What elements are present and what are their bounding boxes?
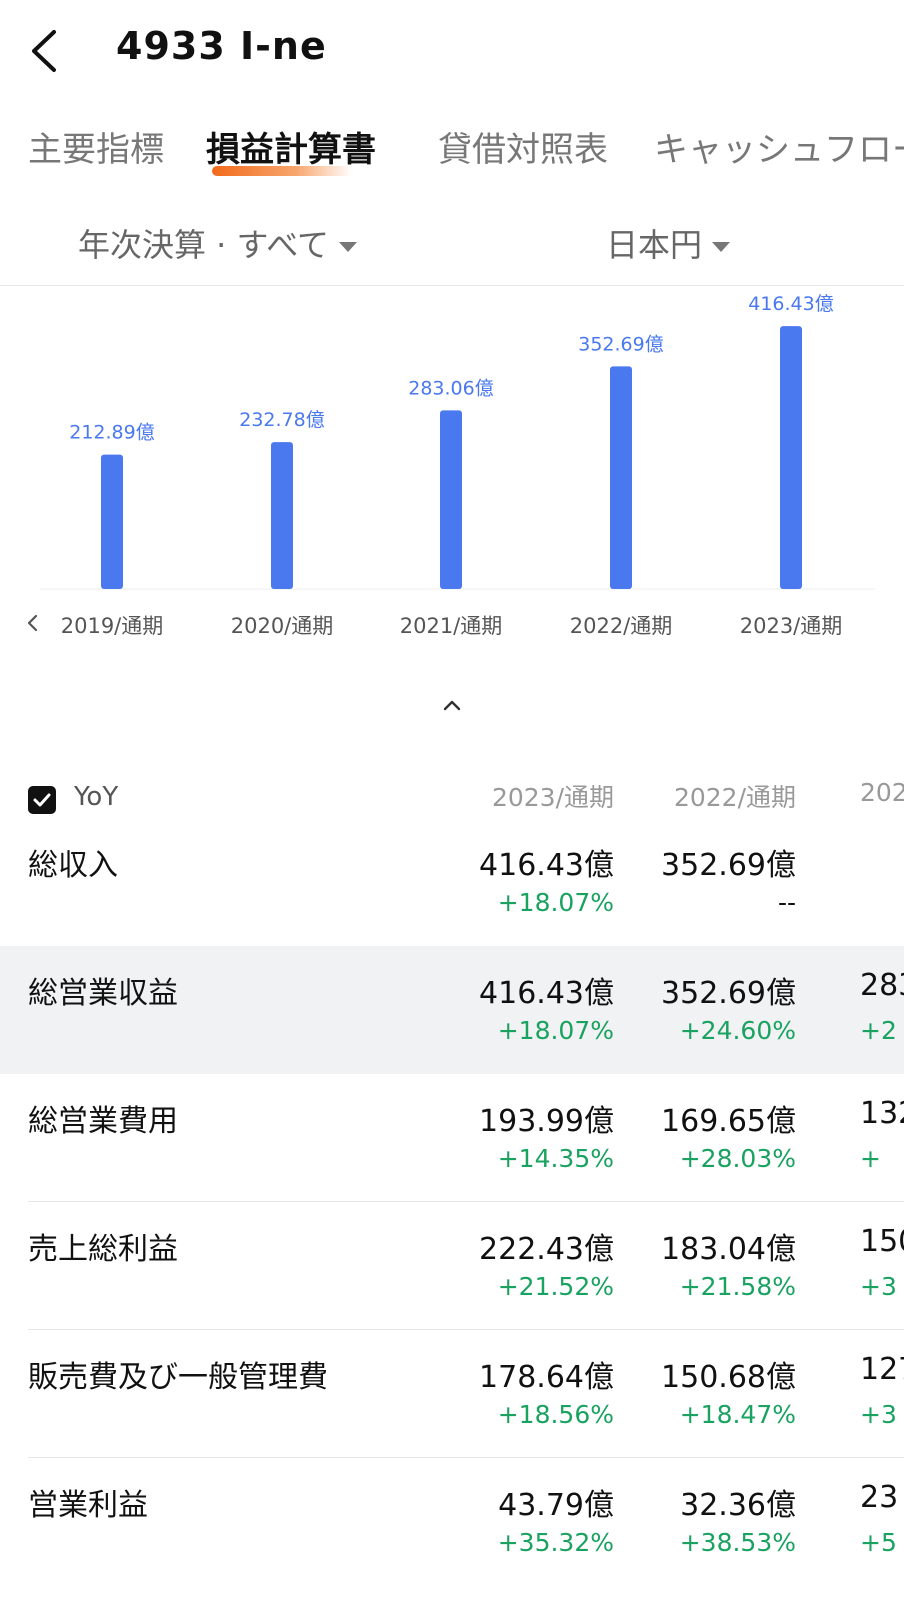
cell-yoy: -- [777,888,796,917]
bar[interactable] [610,366,632,589]
bar[interactable] [780,326,802,589]
cell-yoy: +21.52% [497,1272,614,1301]
row-label: 販売費及び一般管理費 [28,1360,328,1395]
cell-value: 352.69億 [661,848,796,883]
table-row[interactable]: 総営業収益 416.43億 +18.07% 352.69億 +24.60% 283 +2 [0,946,904,1074]
x-axis-tick-label: 2019/通期 [61,614,164,638]
period-dropdown-label: 年次決算 · すべて [78,226,329,264]
tab-balance-sheet[interactable]: 貸借対照表 [438,122,608,171]
revenue-bar-chart: 212.89億 2019/通期 232.78億 2020/通期 283.06億 2021/… [0,285,904,705]
cell-yoy: +18.56% [497,1400,614,1429]
active-tab-indicator [212,166,352,176]
cell-yoy: +18.07% [497,888,614,917]
chevron-left-icon[interactable] [26,28,66,74]
cell-value: 178.64億 [479,1360,614,1395]
x-axis-tick-label: 2022/通期 [570,614,673,638]
bar-data-label: 416.43億 [748,293,833,315]
bar-data-label: 212.89億 [69,422,154,444]
table-row[interactable]: 総収入 416.43億 +18.07% 352.69億 -- [0,818,904,946]
chevron-up-icon[interactable] [437,690,467,720]
cell-value: 416.43億 [479,976,614,1011]
cell-value: 150.68億 [661,1360,796,1395]
tab-cash-flow[interactable]: キャッシュフロー [654,122,904,171]
table-row[interactable]: 売上総利益 222.43億 +21.52% 183.04億 +21.58% 150 +3 [0,1202,904,1330]
cell-value: 416.43億 [479,848,614,883]
cell-yoy: +38.53% [679,1528,796,1557]
cell-yoy: +3 [860,1272,897,1301]
tab-income-statement[interactable]: 損益計算書 [206,122,376,171]
currency-dropdown-label: 日本円 [606,226,703,264]
cell-yoy: +18.07% [497,1016,614,1045]
x-axis-tick-label: 2021/通期 [400,614,503,638]
cell-value: 43.79億 [498,1488,614,1523]
cell-yoy: +3 [860,1400,897,1429]
cell-value: 23 [860,1480,899,1515]
bar[interactable] [440,410,462,589]
caret-down-icon [339,242,357,252]
x-axis-tick-label: 2023/通期 [740,614,843,638]
row-label: 営業利益 [28,1488,148,1523]
chevron-left-icon[interactable] [27,614,38,632]
page-title: 4933 I-ne [116,24,327,68]
table-row[interactable]: 販売費及び一般管理費 178.64億 +18.56% 150.68億 +18.47% 12… [0,1330,904,1458]
cell-value: 222.43億 [479,1232,614,1267]
x-axis-tick-label: 2020/通期 [231,614,334,638]
bar-data-label: 283.06億 [408,377,493,399]
table-row[interactable]: 営業利益 43.79億 +35.32% 32.36億 +38.53% 23 +5 [0,1458,904,1586]
bar-data-label: 232.78億 [239,409,324,431]
currency-dropdown[interactable]: 日本円 [606,220,731,266]
column-header: 2023/通期 [491,783,614,812]
yoy-label: YoY [74,782,119,812]
cell-value: 283 [860,968,904,1003]
cell-value: 183.04億 [661,1232,796,1267]
filter-bar: 年次決算 · すべて 日本円 [0,210,904,286]
cell-value: 169.65億 [661,1104,796,1139]
tab-key-metrics[interactable]: 主要指標 [28,122,164,171]
cell-yoy: + [860,1144,881,1173]
chart-canvas: 212.89億 2019/通期 232.78億 2020/通期 283.06億 2021/… [27,293,875,638]
row-label: 総営業収益 [28,976,178,1011]
tab-bar: 主要指標 損益計算書 貸借対照表 キャッシュフロー [0,112,904,182]
caret-down-icon [712,242,731,252]
cell-yoy: +18.47% [679,1400,796,1429]
cell-value: 32.36億 [680,1488,796,1523]
cell-value: 127 [860,1352,904,1387]
cell-value: 150 [860,1224,904,1259]
bar[interactable] [271,442,293,589]
cell-yoy: +14.35% [497,1144,614,1173]
row-label: 総営業費用 [28,1104,178,1139]
cell-yoy: +28.03% [679,1144,796,1173]
row-label: 売上総利益 [28,1232,178,1267]
cell-yoy: +21.58% [679,1272,796,1301]
cell-yoy: +2 [860,1016,897,1045]
column-header: 202 [860,778,904,807]
cell-value: 352.69億 [661,976,796,1011]
period-dropdown[interactable]: 年次決算 · すべて [78,220,357,266]
row-label: 総収入 [28,848,118,883]
cell-yoy: +5 [860,1528,897,1557]
table-row[interactable]: 総営業費用 193.99億 +14.35% 169.65億 +28.03% 132 + [0,1074,904,1202]
cell-yoy: +24.60% [679,1016,796,1045]
checkbox[interactable] [28,786,56,814]
checkmark-icon [33,793,51,807]
cell-value: 193.99億 [479,1104,614,1139]
bar-data-label: 352.69億 [578,333,663,355]
cell-value: 132 [860,1096,904,1131]
header-bar: 4933 I-ne [0,0,904,100]
bar[interactable] [101,454,123,589]
column-header: 2022/通期 [673,783,796,812]
cell-yoy: +35.32% [497,1528,614,1557]
